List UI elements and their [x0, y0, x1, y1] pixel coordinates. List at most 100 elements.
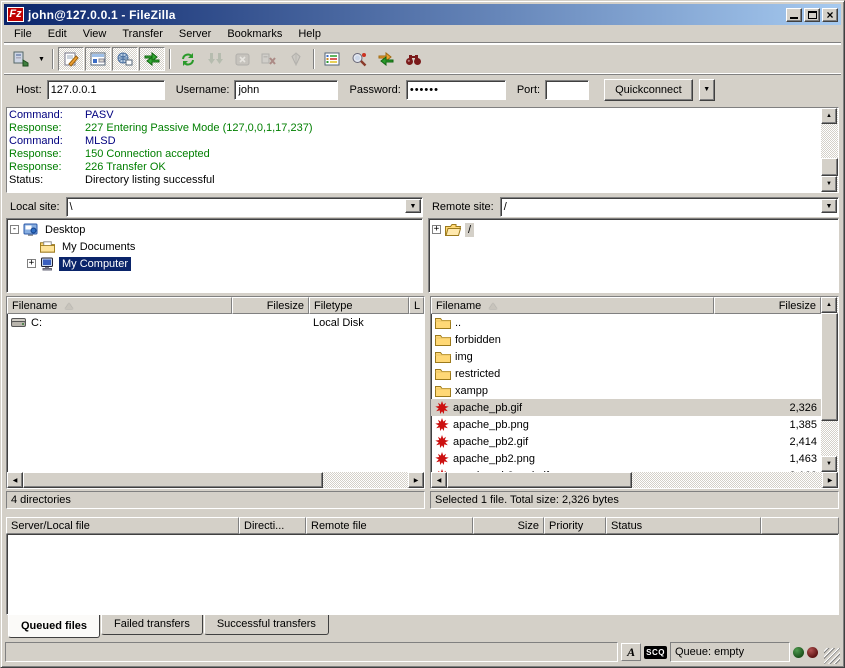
queue-list[interactable]: [6, 534, 839, 615]
menu-help[interactable]: Help: [290, 26, 329, 42]
site-manager-dropdown[interactable]: ▼: [35, 47, 48, 71]
column-header-status[interactable]: Status: [606, 517, 761, 534]
toggle-remote-tree-icon: [117, 52, 133, 66]
local-tree[interactable]: - Desktop + My Documents + My Computer: [6, 218, 423, 293]
file-size: [714, 382, 821, 399]
local-file-row[interactable]: C: Local Disk: [7, 314, 424, 331]
remote-list-vscrollbar[interactable]: ▲ ▼: [821, 297, 838, 472]
local-site-combobox[interactable]: \ ▼: [66, 197, 423, 217]
toggle-message-log-button[interactable]: [58, 47, 84, 71]
column-header-size[interactable]: Size: [473, 517, 544, 534]
toggle-remote-tree-button[interactable]: [112, 47, 138, 71]
menu-transfer[interactable]: Transfer: [114, 26, 171, 42]
host-input[interactable]: [47, 80, 165, 100]
scroll-down-icon[interactable]: ▼: [821, 176, 837, 192]
remote-file-row[interactable]: apache_pb2.png 1,463: [431, 450, 821, 467]
column-header-filesize[interactable]: Filesize: [714, 297, 821, 314]
log-scrollbar[interactable]: ▲ ▼: [821, 108, 838, 192]
remote-file-row[interactable]: restricted: [431, 365, 821, 382]
column-header-filetype[interactable]: Filetype: [309, 297, 409, 314]
remote-site-combobox[interactable]: / ▼: [500, 197, 839, 217]
chevron-down-icon[interactable]: ▼: [405, 199, 421, 213]
scroll-up-icon[interactable]: ▲: [821, 297, 837, 313]
scroll-down-icon[interactable]: ▼: [821, 456, 837, 472]
tab-queued-files[interactable]: Queued files: [8, 615, 100, 638]
transfer-type-ascii-icon[interactable]: A: [621, 643, 641, 661]
column-header-lastmodified[interactable]: L: [409, 297, 424, 314]
remote-list-hscrollbar[interactable]: ◀ ▶: [431, 472, 838, 488]
menu-view[interactable]: View: [75, 26, 115, 42]
menu-server[interactable]: Server: [171, 26, 219, 42]
compare-directories-button[interactable]: [373, 47, 399, 71]
column-header-priority[interactable]: Priority: [544, 517, 606, 534]
remote-list-rows[interactable]: .. forbidden img: [431, 314, 821, 472]
remote-tree[interactable]: + /: [428, 218, 839, 293]
remote-file-row[interactable]: img: [431, 348, 821, 365]
process-queue-button[interactable]: [202, 47, 228, 71]
maximize-button[interactable]: [804, 8, 820, 22]
chevron-down-icon[interactable]: ▼: [821, 199, 837, 213]
close-button[interactable]: ×: [822, 8, 838, 22]
toggle-local-tree-button[interactable]: [85, 47, 111, 71]
column-header-server-local-file[interactable]: Server/Local file: [6, 517, 239, 534]
scroll-left-icon[interactable]: ◀: [431, 472, 447, 488]
remote-file-row[interactable]: forbidden: [431, 331, 821, 348]
cancel-operation-button[interactable]: [229, 47, 255, 71]
tab-failed-transfers[interactable]: Failed transfers: [101, 615, 203, 635]
menu-file[interactable]: File: [6, 26, 40, 42]
file-size: 2,326: [714, 399, 821, 416]
username-input[interactable]: [234, 80, 338, 100]
scrollbar-thumb[interactable]: [23, 472, 323, 488]
title-bar[interactable]: Fz john@127.0.0.1 - FileZilla ×: [4, 4, 841, 25]
minimize-button[interactable]: [786, 8, 802, 22]
scroll-right-icon[interactable]: ▶: [822, 472, 838, 488]
remote-file-row[interactable]: ..: [431, 314, 821, 331]
local-list-rows[interactable]: C: Local Disk: [7, 314, 424, 472]
tab-successful-transfers[interactable]: Successful transfers: [204, 615, 329, 635]
tree-item-desktop[interactable]: - Desktop: [8, 221, 421, 238]
column-header-direction[interactable]: Directi...: [239, 517, 306, 534]
filter-search-button[interactable]: [346, 47, 372, 71]
find-files-button[interactable]: [400, 47, 426, 71]
expand-icon[interactable]: +: [432, 225, 441, 234]
column-header-filename[interactable]: Filename: [431, 297, 714, 314]
encryption-indicator-icon[interactable]: SCQ: [644, 646, 667, 659]
remote-file-row-selected[interactable]: apache_pb.gif 2,326: [431, 399, 821, 416]
password-input[interactable]: [406, 80, 506, 100]
filezilla-logo-icon: Fz: [7, 7, 24, 22]
quickconnect-dropdown[interactable]: ▼: [699, 79, 715, 101]
tree-item-my-documents[interactable]: + My Documents: [8, 238, 421, 255]
column-header-filesize[interactable]: Filesize: [232, 297, 309, 314]
remote-file-row[interactable]: apache_pb2.gif 2,414: [431, 433, 821, 450]
quickconnect-button[interactable]: Quickconnect: [604, 79, 693, 101]
local-list-hscrollbar[interactable]: ◀ ▶: [7, 472, 424, 488]
column-header-filename[interactable]: Filename: [7, 297, 232, 314]
scroll-up-icon[interactable]: ▲: [821, 108, 837, 124]
disconnect-button[interactable]: [256, 47, 282, 71]
directory-listing-filters-button[interactable]: [319, 47, 345, 71]
collapse-icon[interactable]: -: [10, 225, 19, 234]
port-input[interactable]: [545, 80, 589, 100]
refresh-button[interactable]: [175, 47, 201, 71]
menu-bookmarks[interactable]: Bookmarks: [219, 26, 290, 42]
scrollbar-thumb[interactable]: [821, 313, 838, 421]
toggle-message-log-icon: [63, 52, 79, 67]
file-type: Local Disk: [309, 314, 409, 331]
tree-item-my-computer[interactable]: + My Computer: [8, 255, 421, 272]
site-tree-row: Local site: \ ▼ - Desktop + My Documents: [6, 196, 839, 293]
scrollbar-thumb[interactable]: [821, 158, 838, 176]
resize-grip[interactable]: [824, 648, 840, 664]
toggle-queue-button[interactable]: [139, 47, 165, 71]
expand-icon[interactable]: +: [27, 259, 36, 268]
reconnect-button[interactable]: [283, 47, 309, 71]
site-manager-button[interactable]: [8, 47, 34, 71]
remote-file-row[interactable]: xampp: [431, 382, 821, 399]
menu-edit[interactable]: Edit: [40, 26, 75, 42]
scrollbar-thumb[interactable]: [447, 472, 632, 488]
column-header-remote-file[interactable]: Remote file: [306, 517, 473, 534]
scroll-right-icon[interactable]: ▶: [408, 472, 424, 488]
scroll-left-icon[interactable]: ◀: [7, 472, 23, 488]
remote-file-row[interactable]: apache_pb.png 1,385: [431, 416, 821, 433]
tree-item-root[interactable]: + /: [430, 221, 837, 238]
log-entry: Response:226 Transfer OK: [9, 161, 819, 174]
